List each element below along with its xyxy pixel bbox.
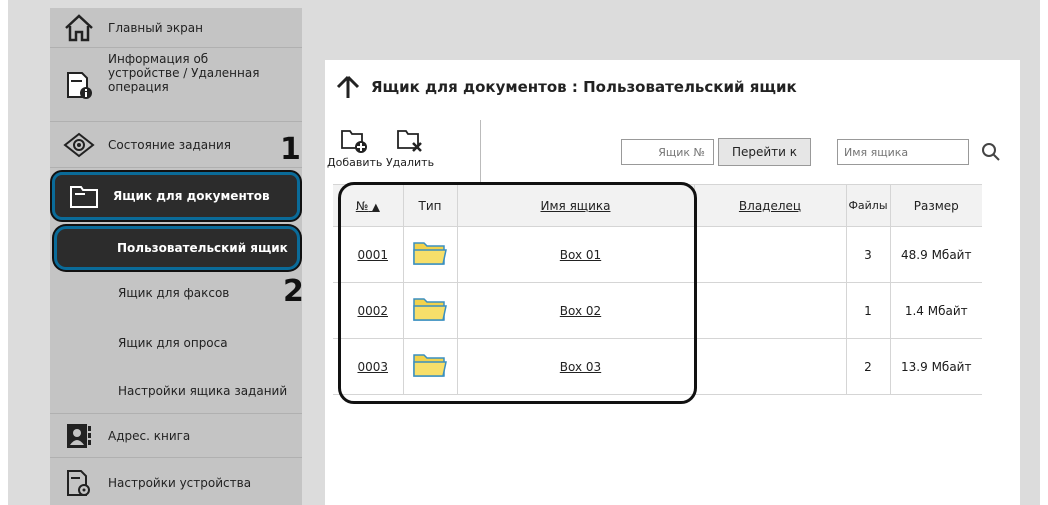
box-table: № ▲ Тип Имя ящика Владелец Файлы Размер … [333, 184, 982, 395]
go-to-button[interactable]: Перейти к [718, 138, 811, 166]
sidebar-subitem-job-box-settings[interactable]: Настройки ящика заданий [50, 374, 302, 414]
box-name-cell[interactable]: Box 01 [456, 226, 694, 283]
folder-delete-icon [397, 130, 422, 152]
sidebar-item-label: Адрес. книга [108, 428, 191, 443]
box-number-cell[interactable]: 0003 [333, 338, 403, 395]
header-label: № [355, 198, 369, 213]
label-line: Информация об [108, 52, 209, 66]
sidebar: Главный экран Информация об устройстве /… [50, 8, 302, 505]
column-header-type: Тип [402, 184, 457, 227]
sidebar-subitem-label: Ящик для факсов [118, 286, 230, 300]
page-title: Ящик для документов : Пользовательский я… [371, 78, 797, 96]
home-icon [62, 11, 96, 45]
sidebar-subitem-polling-box[interactable]: Ящик для опроса [50, 326, 302, 366]
sort-asc-icon: ▲ [372, 201, 380, 213]
column-header-name[interactable]: Имя ящика [456, 184, 694, 227]
files-cell: 1 [845, 282, 890, 339]
folder-add-icon [341, 130, 367, 153]
up-arrow-icon[interactable] [335, 74, 361, 100]
box-name-cell[interactable]: Box 02 [456, 282, 694, 339]
column-header-files: Файлы [845, 184, 890, 227]
sidebar-subitem-label: Настройки ящика заданий [118, 384, 288, 398]
callout-1: 1 [280, 132, 301, 167]
type-cell [402, 282, 457, 339]
table-row: 0001 Box 01 3 48.9 Мбайт [333, 226, 982, 283]
folder-icon [413, 242, 447, 265]
box-number-link[interactable]: 0003 [357, 360, 388, 374]
box-name-input[interactable] [837, 139, 969, 165]
search-button[interactable] [977, 138, 1005, 166]
sidebar-item-document-box[interactable]: Ящик для документов [52, 172, 300, 220]
sidebar-item-address-book[interactable]: Адрес. книга [50, 414, 302, 458]
column-header-number[interactable]: № ▲ [333, 184, 403, 227]
sidebar-subitem-fax-box[interactable]: Ящик для факсов [50, 276, 302, 316]
folder-icon [413, 298, 447, 321]
sidebar-subitem-label: Пользовательский ящик [117, 241, 288, 255]
box-number-cell[interactable]: 0002 [333, 282, 403, 339]
table-header-row: № ▲ Тип Имя ящика Владелец Файлы Размер [333, 184, 982, 227]
delete-button[interactable]: Удалить [383, 126, 437, 182]
sidebar-item-home[interactable]: Главный экран [50, 8, 302, 48]
title-row: Ящик для документов : Пользовательский я… [335, 72, 797, 102]
box-number-cell[interactable]: 0001 [333, 226, 403, 283]
callout-2: 2 [283, 274, 304, 309]
add-label: Добавить [327, 156, 383, 169]
address-book-icon [62, 419, 96, 453]
type-cell [402, 338, 457, 395]
files-cell: 2 [845, 338, 890, 395]
sidebar-item-device-settings[interactable]: Настройки устройства [50, 460, 302, 505]
box-name-cell[interactable]: Box 03 [456, 338, 694, 395]
eye-icon [62, 128, 96, 162]
sidebar-item-label: Настройки устройства [108, 475, 252, 490]
device-info-icon [62, 68, 96, 102]
box-number-link[interactable]: 0002 [357, 304, 388, 318]
device-settings-icon [62, 466, 96, 500]
label-line: операция [108, 80, 169, 94]
sidebar-item-job-status[interactable]: Состояние задания [50, 122, 302, 168]
delete-label: Удалить [385, 156, 435, 169]
sidebar-item-label: Информация об устройстве / Удаленная опе… [108, 52, 259, 94]
type-cell [402, 226, 457, 283]
files-cell: 3 [845, 226, 890, 283]
size-cell: 13.9 Мбайт [889, 338, 982, 395]
size-cell: 1.4 Мбайт [889, 282, 982, 339]
sidebar-item-label: Ящик для документов [113, 189, 270, 203]
box-name-link[interactable]: Box 03 [560, 360, 601, 374]
add-button[interactable]: Добавить [327, 126, 383, 182]
table-row: 0002 Box 02 1 1.4 Мбайт [333, 282, 982, 339]
box-name-link[interactable]: Box 02 [560, 304, 601, 318]
owner-cell [693, 338, 846, 395]
owner-cell [693, 282, 846, 339]
owner-cell [693, 226, 846, 283]
main-panel: Ящик для документов : Пользовательский я… [325, 60, 1020, 505]
document-box-icon [67, 179, 101, 213]
folder-icon [413, 354, 447, 377]
size-cell: 48.9 Мбайт [889, 226, 982, 283]
sidebar-item-label: Состояние задания [108, 137, 231, 152]
box-number-input[interactable] [621, 139, 714, 165]
sidebar-item-label: Главный экран [108, 20, 203, 35]
box-number-link[interactable]: 0001 [357, 248, 388, 262]
column-header-owner[interactable]: Владелец [693, 184, 846, 227]
sidebar-item-device-info[interactable]: Информация об устройстве / Удаленная опе… [50, 48, 302, 122]
table-row: 0003 Box 03 2 13.9 Мбайт [333, 338, 982, 395]
box-name-link[interactable]: Box 01 [560, 248, 601, 262]
sidebar-subitem-custom-box[interactable]: Пользовательский ящик [54, 226, 300, 270]
label-line: устройстве / Удаленная [108, 66, 260, 80]
toolbar-divider [480, 120, 481, 182]
sidebar-subitem-label: Ящик для опроса [118, 336, 228, 350]
search-icon [982, 143, 1000, 161]
column-header-size: Размер [889, 184, 982, 227]
